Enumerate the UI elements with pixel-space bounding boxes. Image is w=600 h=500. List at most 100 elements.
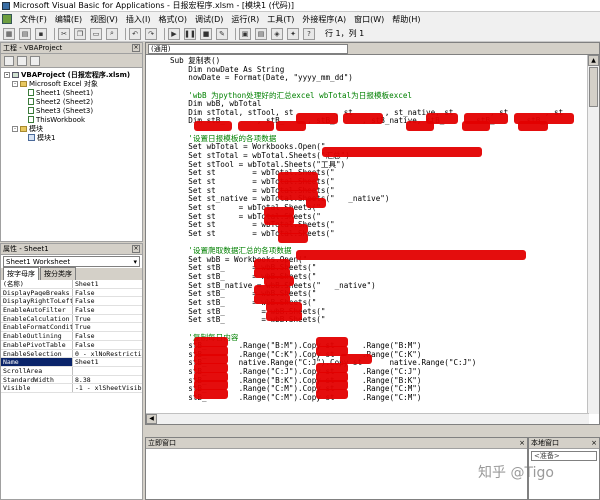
- menu-edit[interactable]: 编辑(E): [51, 14, 86, 25]
- paste-icon[interactable]: ▭: [90, 27, 102, 40]
- menu-debug[interactable]: 调试(D): [191, 14, 227, 25]
- run-icon[interactable]: ▶: [168, 27, 180, 40]
- menu-file[interactable]: 文件(F): [16, 14, 51, 25]
- copy-icon[interactable]: ❐: [74, 27, 86, 40]
- code-line[interactable]: nowDate = Format(Date, "yyyy_mm_dd"): [170, 74, 586, 83]
- scroll-up-icon[interactable]: ▲: [588, 55, 599, 66]
- property-value[interactable]: 8.38: [73, 376, 142, 384]
- property-row[interactable]: EnableSelection0 - xlNoRestrictions: [1, 349, 142, 359]
- close-icon[interactable]: ×: [591, 439, 597, 447]
- property-row[interactable]: EnablePivotTable False: [1, 340, 142, 350]
- property-row[interactable]: EnableAutoFilter False: [1, 306, 142, 315]
- menu-window[interactable]: 窗口(W): [350, 14, 388, 25]
- property-value[interactable]: Sheet1: [73, 280, 142, 288]
- tree-node-modules[interactable]: - 模块: [4, 124, 142, 133]
- property-name: StandardWidth: [1, 375, 73, 384]
- menu-bar: 文件(F) 编辑(E) 视图(V) 插入(I) 格式(O) 调试(D) 运行(R…: [0, 12, 600, 26]
- watermark: 知乎 @Tigo: [478, 465, 554, 481]
- property-row[interactable]: EnableCalculation True: [1, 314, 142, 324]
- property-row[interactable]: DisplayPageBreaks False: [1, 288, 142, 298]
- menu-insert[interactable]: 插入(I): [122, 14, 155, 25]
- property-value[interactable]: Sheet1: [73, 358, 142, 366]
- scroll-thumb[interactable]: [589, 67, 598, 107]
- tab-categorized[interactable]: 按分类序: [40, 267, 76, 280]
- property-row[interactable]: ScrollArea: [1, 366, 142, 376]
- property-row[interactable]: DisplayRightToLeft False: [1, 297, 142, 307]
- design-mode-icon[interactable]: ✎: [216, 27, 228, 40]
- scroll-left-icon[interactable]: ◀: [146, 414, 157, 424]
- redaction-mark: [462, 121, 490, 131]
- close-icon[interactable]: ×: [132, 245, 140, 253]
- collapse-icon[interactable]: -: [4, 71, 10, 78]
- property-row[interactable]: StandardWidth 8.38: [1, 375, 142, 385]
- horizontal-scrollbar[interactable]: ◀: [146, 413, 589, 424]
- break-icon[interactable]: ❚❚: [184, 27, 196, 40]
- object-select[interactable]: Sheet1 Worksheet ▾: [3, 256, 140, 267]
- redaction-mark: [278, 233, 308, 243]
- property-value[interactable]: False: [73, 341, 142, 349]
- property-name: EnableSelection: [1, 349, 73, 358]
- find-icon[interactable]: ⌕: [106, 27, 118, 40]
- vba-app-icon: [2, 1, 10, 10]
- properties-title: 属性 - Sheet1: [3, 245, 49, 253]
- excel-view-icon[interactable]: ▦: [3, 27, 15, 40]
- view-code-icon[interactable]: [4, 55, 14, 66]
- immediate-title: 立即窗口: [148, 439, 176, 447]
- save-icon[interactable]: ▪: [35, 27, 47, 40]
- property-row[interactable]: Visible -1 - xlSheetVisible: [1, 384, 142, 393]
- vertical-scrollbar[interactable]: ▲: [587, 55, 599, 414]
- cut-icon[interactable]: ✂: [58, 27, 70, 40]
- help-icon[interactable]: ?: [303, 27, 315, 40]
- menu-tools[interactable]: 工具(T): [263, 14, 298, 25]
- code-line[interactable]: stB_ .Range("C:M").Copy st .Range("C:M"): [170, 393, 586, 403]
- project-explorer-toolbar: [1, 54, 142, 68]
- property-value[interactable]: -1 - xlSheetVisible: [73, 384, 142, 392]
- tab-alphabetic[interactable]: 按字母序: [3, 267, 39, 280]
- property-row[interactable]: EnableOutlining False: [1, 332, 142, 341]
- property-row-selected[interactable]: Name Sheet1: [1, 358, 142, 367]
- tree-node-sheet3[interactable]: Sheet3 (Sheet3): [4, 106, 142, 115]
- undo-icon[interactable]: ↶: [129, 27, 141, 40]
- tree-node-label: Microsoft Excel 对象: [29, 79, 98, 88]
- collapse-icon[interactable]: -: [12, 125, 18, 132]
- property-row[interactable]: (名称) Sheet1: [1, 280, 142, 289]
- property-row[interactable]: EnableFormatConditionsTrue: [1, 323, 142, 333]
- property-value[interactable]: 0 - xlNoRestrictions: [73, 350, 142, 358]
- property-value[interactable]: [73, 367, 142, 375]
- insert-module-icon[interactable]: ▤: [19, 27, 31, 40]
- properties-window-icon[interactable]: ▤: [255, 27, 267, 40]
- close-icon[interactable]: ×: [132, 44, 140, 52]
- property-value[interactable]: False: [73, 297, 142, 306]
- tree-node-module1[interactable]: 模块1: [4, 133, 142, 142]
- object-browser-icon[interactable]: ◈: [271, 27, 283, 40]
- redaction-mark: [194, 389, 228, 399]
- tree-node-excel-objects[interactable]: - Microsoft Excel 对象: [4, 79, 142, 88]
- property-value[interactable]: True: [73, 323, 142, 332]
- redo-icon[interactable]: ↷: [145, 27, 157, 40]
- toolbox-icon[interactable]: ✦: [287, 27, 299, 40]
- excel-icon[interactable]: [2, 14, 12, 24]
- toggle-folders-icon[interactable]: [30, 55, 40, 66]
- menu-view[interactable]: 视图(V): [86, 14, 122, 25]
- tree-node-sheet2[interactable]: Sheet2 (Sheet2): [4, 97, 142, 106]
- menu-help[interactable]: 帮助(H): [388, 14, 424, 25]
- immediate-window[interactable]: 立即窗口 ×: [145, 437, 528, 500]
- tree-node-thisworkbook[interactable]: ThisWorkbook: [4, 115, 142, 124]
- reset-icon[interactable]: ■: [200, 27, 212, 40]
- property-value[interactable]: False: [73, 332, 142, 340]
- toolbar-separator: [164, 27, 165, 40]
- menu-run[interactable]: 运行(R): [227, 14, 263, 25]
- menu-format[interactable]: 格式(O): [154, 14, 191, 25]
- property-value[interactable]: False: [73, 289, 142, 297]
- collapse-icon[interactable]: -: [12, 80, 18, 87]
- code-line[interactable]: Set st = wbTotal.Sheets(": [170, 229, 586, 239]
- tree-node-sheet1[interactable]: Sheet1 (Sheet1): [4, 88, 142, 97]
- property-value[interactable]: False: [73, 306, 142, 314]
- code-line[interactable]: Set stB_ = wbB.Sheets(": [170, 316, 586, 325]
- menu-addins[interactable]: 外接程序(A): [298, 14, 350, 25]
- close-icon[interactable]: ×: [519, 439, 525, 447]
- object-combo[interactable]: (通用): [148, 43, 348, 54]
- project-explorer-icon[interactable]: ▣: [239, 27, 251, 40]
- view-object-icon[interactable]: [17, 55, 27, 66]
- property-value[interactable]: True: [73, 315, 142, 323]
